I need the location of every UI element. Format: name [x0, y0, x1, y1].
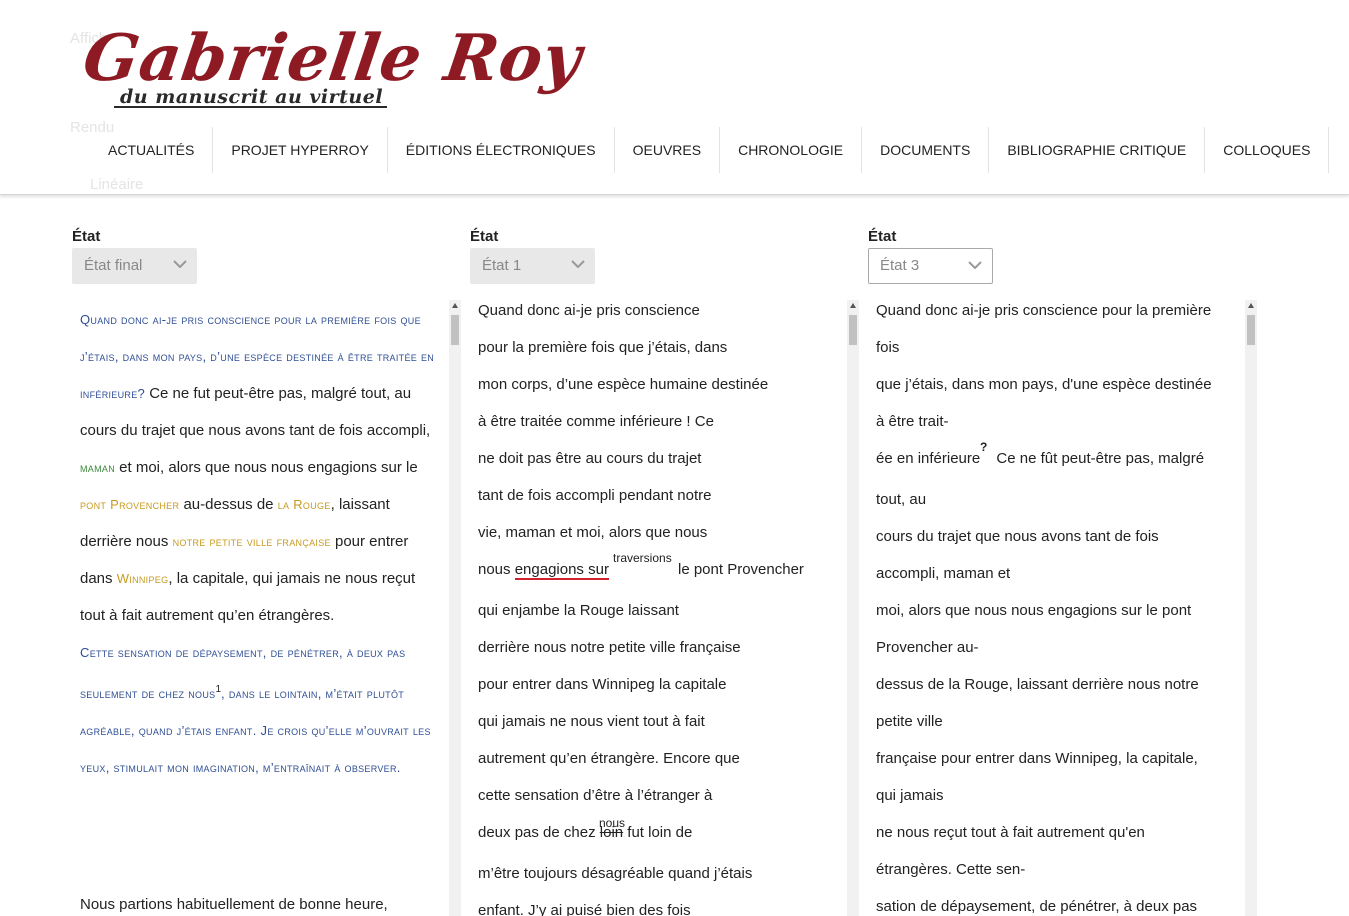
column-2-header: État État 1	[470, 228, 870, 284]
nav-chronologie[interactable]: CHRONOLOGIE	[720, 127, 863, 173]
line: autrement qu’en étrangère. Encore que	[478, 750, 740, 767]
line: cours du trajet que nous avons tant de f…	[876, 528, 1159, 545]
line: Quand donc ai-je pris conscience	[478, 302, 700, 319]
line: Quand donc ai-je pris conscience pour la…	[876, 302, 1212, 319]
etat-select-value: État 1	[482, 257, 522, 274]
line: dessus de la Rouge, laissant derrière no…	[876, 676, 1199, 693]
line-with-correction: deux pas de chez loin fut loin de	[478, 824, 692, 841]
line: à être traitée comme inférieure ! Ce	[478, 413, 714, 430]
line: Provencher au-	[876, 639, 979, 656]
line: qui jamais ne nous vient tout à fait	[478, 713, 705, 730]
etat-select-1[interactable]: État final	[72, 248, 197, 284]
nav-editions-electroniques[interactable]: ÉDITIONS ÉLECTRONIQUES	[388, 127, 615, 173]
line: pour la première fois que j’étais, dans	[478, 339, 728, 356]
main-nav: ACTUALITÉS PROJET HYPERROY ÉDITIONS ÉLEC…	[90, 127, 1330, 173]
text-run: deux pas de chez	[478, 824, 600, 841]
etat-select-3[interactable]: État 3	[868, 248, 993, 284]
etat-label: État	[470, 228, 499, 245]
line: qui jamais	[876, 787, 944, 804]
addition-sup: traversions	[613, 551, 672, 565]
site-header: Gabrielle Roy du manuscrit au virtuel AC…	[0, 0, 1349, 195]
addition-sup: nous	[599, 816, 626, 830]
line: cette sensation d’être à l’étranger à	[478, 787, 713, 804]
line-with-correction: nous engagions sur	[478, 561, 609, 580]
nav-projet-hyperroy[interactable]: PROJET HYPERROY	[213, 127, 388, 173]
nav-bibliographie-critique[interactable]: BIBLIOGRAPHIE CRITIQUE	[989, 127, 1206, 173]
scroll-thumb[interactable]	[1247, 315, 1255, 345]
etat-label: État	[868, 228, 897, 245]
scroll-thumb[interactable]	[849, 315, 857, 345]
tag-person[interactable]: maman	[80, 460, 115, 475]
line: petite ville	[876, 713, 943, 730]
paragraph-3: Nous partions habituellement de bonne he…	[80, 896, 388, 913]
addition-sup: ?	[980, 440, 988, 454]
paragraph-1: Quand donc ai-je pris conscience pour la…	[80, 301, 435, 786]
line: tant de fois accompli pendant notre	[478, 487, 712, 504]
line: étrangères. Cette sen-	[876, 861, 1026, 878]
etat-select-2[interactable]: État 1	[470, 248, 595, 284]
line: pour entrer dans Winnipeg la capitale	[478, 676, 727, 693]
tag-place[interactable]: la Rouge	[278, 497, 331, 512]
line: que j’étais, dans mon pays, d'une espèce…	[876, 376, 1212, 393]
tag-place[interactable]: notre petite ville française	[173, 534, 331, 549]
scroll-thumb[interactable]	[451, 315, 459, 345]
line: vie, maman et moi, alors que nous	[478, 524, 708, 541]
logo-tagline: du manuscrit au virtuel	[113, 86, 388, 108]
text-run: Ce ne fût peut-être pas, malgré	[992, 450, 1205, 467]
etat-label: État	[72, 228, 101, 245]
line-with-addition: ée en inférieure Ce ne fût peut-être pas…	[876, 450, 1204, 467]
text-run: nous	[478, 561, 515, 578]
text-run: ée en inférieure	[876, 450, 981, 467]
text-panel-etat-3: Quand donc ai-je pris conscience pour la…	[861, 300, 1258, 916]
line: sation de dépaysement, de pénétrer, à de…	[876, 898, 1198, 915]
column-1-header: État État final	[72, 228, 472, 284]
chevron-down-icon	[173, 260, 187, 268]
nav-colloques[interactable]: COLLOQUES	[1205, 127, 1330, 173]
line: derrière nous notre petite ville françai…	[478, 639, 741, 656]
line: ne doit pas être au cours du trajet	[478, 450, 702, 467]
nav-oeuvres[interactable]: OEUVRES	[615, 127, 721, 173]
scrollbar-etat-3[interactable]	[1245, 300, 1257, 916]
deleted-text[interactable]: engagions sur	[514, 561, 609, 580]
tag-place[interactable]: pont Provencher	[80, 497, 179, 512]
site-logo[interactable]: Gabrielle Roy du manuscrit au virtuel	[79, 20, 587, 108]
chevron-down-icon	[968, 261, 982, 269]
tag-place[interactable]: Winnipeg	[117, 571, 169, 586]
scrollbar-etat-1[interactable]	[847, 300, 859, 916]
scroll-up-icon[interactable]	[1248, 303, 1254, 308]
text-panel-etat-1: Quand donc ai-je pris conscience pour la…	[463, 300, 860, 916]
line: tout, au	[876, 491, 927, 508]
line: m’être toujours désagréable quand j’étai…	[478, 865, 753, 882]
chevron-down-icon	[571, 260, 585, 268]
line: moi, alors que nous nous engagions sur l…	[876, 602, 1192, 619]
line: qui enjambe la Rouge laissant	[478, 602, 679, 619]
line: à être trait-	[876, 413, 949, 430]
line: fois	[876, 339, 900, 356]
etat-select-value: État 3	[880, 257, 920, 274]
text-panel-final: Quand donc ai-je pris conscience pour la…	[72, 300, 462, 916]
text-run: fut loin de	[623, 824, 693, 841]
scrollbar-final[interactable]	[449, 300, 461, 916]
nav-documents[interactable]: DOCUMENTS	[862, 127, 990, 173]
line: mon corps, d’une espèce humaine destinée	[478, 376, 769, 393]
line: accompli, maman et	[876, 565, 1011, 582]
column-3-header: État État 3	[868, 228, 1268, 284]
line: française pour entrer dans Winnipeg, la …	[876, 750, 1198, 767]
scroll-up-icon[interactable]	[850, 303, 856, 308]
scroll-up-icon[interactable]	[452, 303, 458, 308]
nav-actualites[interactable]: ACTUALITÉS	[90, 127, 214, 173]
text-run: le pont Provencher	[678, 561, 804, 578]
text-run: au-dessus de	[179, 496, 278, 513]
line: enfant. J’y ai puisé bien des fois	[478, 902, 691, 916]
etat-select-value: État final	[84, 257, 143, 274]
text-run: et moi, alors que nous nous engagions su…	[115, 459, 418, 476]
line: ne nous reçut tout à fait autrement qu'e…	[876, 824, 1145, 841]
